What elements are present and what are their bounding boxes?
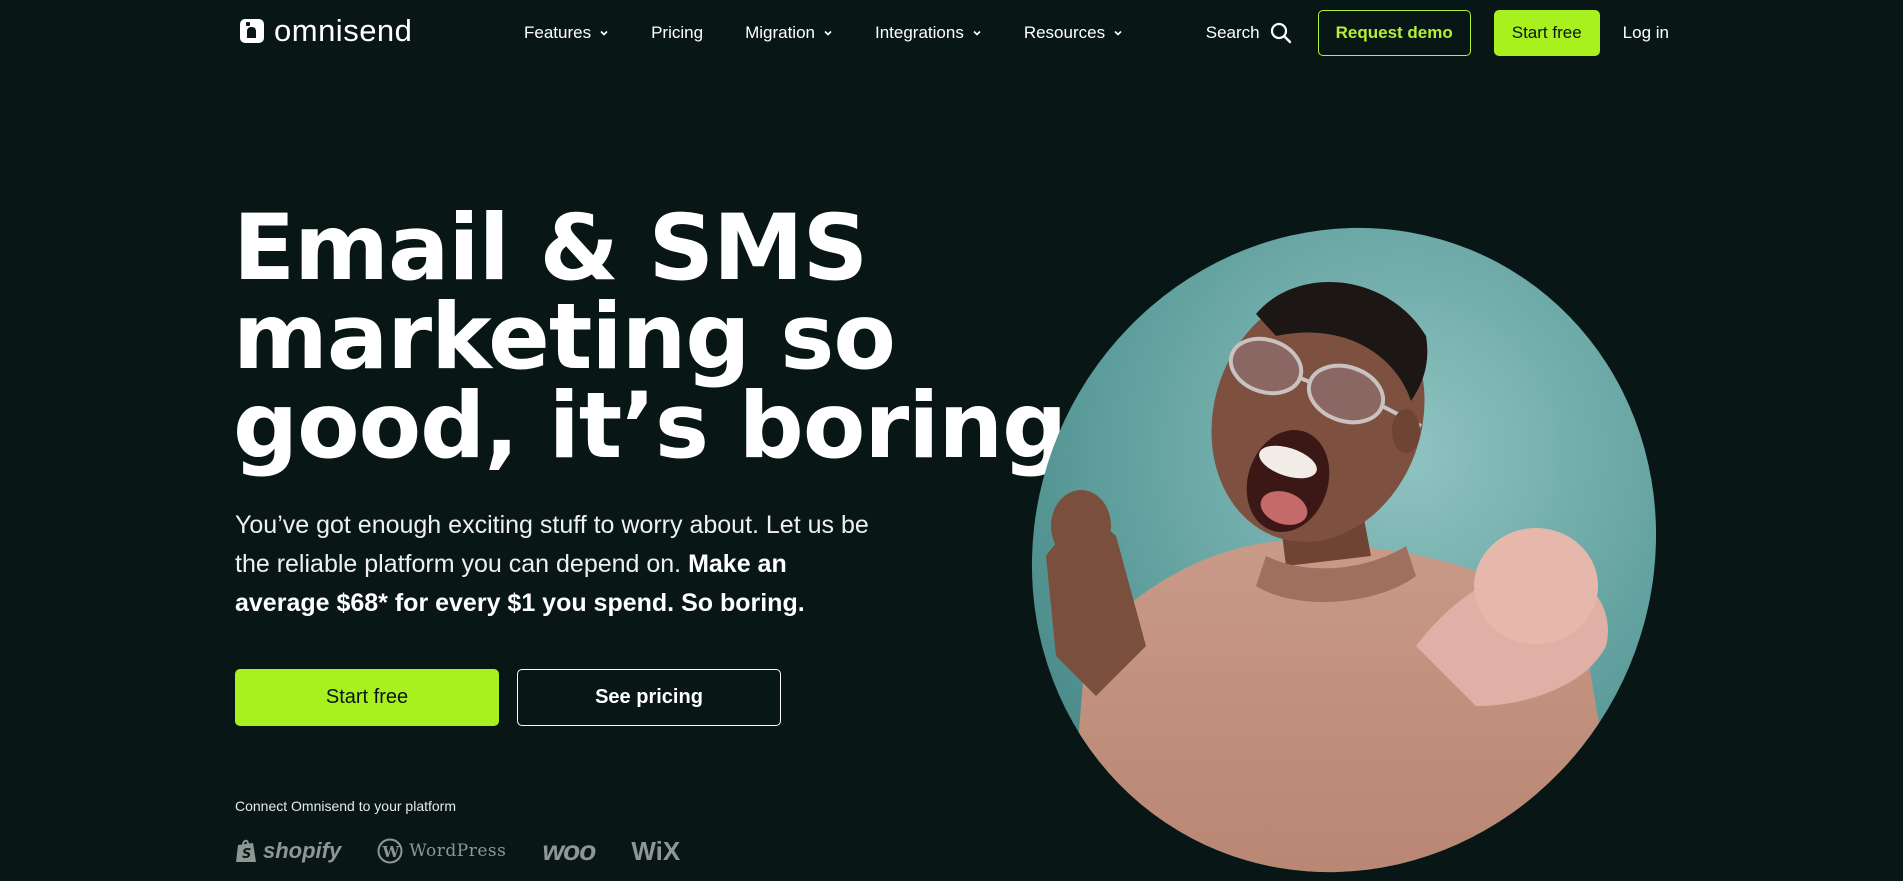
search-label: Search (1205, 23, 1260, 42)
nav-item-label: Features (524, 23, 592, 42)
chevron-down-icon (1114, 30, 1122, 36)
chevron-down-icon (600, 30, 608, 36)
top-navigation: omnisend Features Pricing Migration Inte… (0, 0, 1903, 66)
omnisend-logo-icon (240, 19, 264, 43)
chevron-down-icon (973, 30, 981, 36)
hero-photo (1026, 226, 1662, 874)
hero-title-line: Email & SMS (233, 196, 868, 301)
hero-subtitle: You’ve got enough exciting stuff to worr… (235, 506, 875, 623)
chevron-down-icon (824, 30, 832, 36)
nav-item-label: Migration (745, 23, 815, 42)
svg-text:S: S (242, 847, 251, 862)
search-icon (1270, 22, 1291, 44)
nav-item-label: Pricing (651, 23, 704, 42)
logo-text: omnisend (274, 13, 413, 48)
main-menu: Features Pricing Migration Integrations … (524, 0, 1165, 66)
platform-logos: S shopify W WordPress woo WiX (235, 833, 680, 869)
nav-item-resources[interactable]: Resources (1024, 23, 1123, 43)
hero-title-line: marketing so (233, 285, 896, 390)
search-button[interactable]: Search (1206, 22, 1292, 44)
wordpress-wordmark: WordPress (409, 841, 507, 861)
shopify-wordmark: shopify (263, 838, 342, 863)
shopify-logo[interactable]: S shopify (235, 838, 341, 864)
wordpress-logo[interactable]: W WordPress (377, 838, 506, 864)
woo-logo[interactable]: woo (542, 835, 596, 867)
nav-item-migration[interactable]: Migration (745, 23, 833, 43)
wordpress-icon: W (377, 838, 403, 864)
nav-item-pricing[interactable]: Pricing (651, 23, 703, 43)
see-pricing-button[interactable]: See pricing (517, 669, 781, 726)
request-demo-button[interactable]: Request demo (1317, 10, 1471, 56)
nav-item-features[interactable]: Features (524, 23, 609, 43)
hero-title-line: good, it’s boring (233, 374, 1067, 479)
hero-title: Email & SMS marketing so good, it’s bori… (233, 196, 1067, 479)
shopify-bag-icon: S (236, 839, 256, 862)
connect-platform-label: Connect Omnisend to your platform (235, 798, 456, 814)
nav-item-label: Resources (1023, 23, 1106, 42)
nav-item-label: Integrations (874, 23, 964, 42)
start-free-button[interactable]: Start free (235, 669, 499, 726)
nav-actions: Search Request demo Start free Log in (1206, 10, 1669, 56)
start-free-nav-button[interactable]: Start free (1493, 10, 1600, 56)
svg-text:W: W (382, 843, 401, 861)
wix-logo[interactable]: WiX (631, 836, 680, 867)
login-link[interactable]: Log in (1623, 23, 1669, 43)
nav-item-integrations[interactable]: Integrations (875, 23, 982, 43)
omnisend-logo[interactable]: omnisend (240, 13, 413, 48)
